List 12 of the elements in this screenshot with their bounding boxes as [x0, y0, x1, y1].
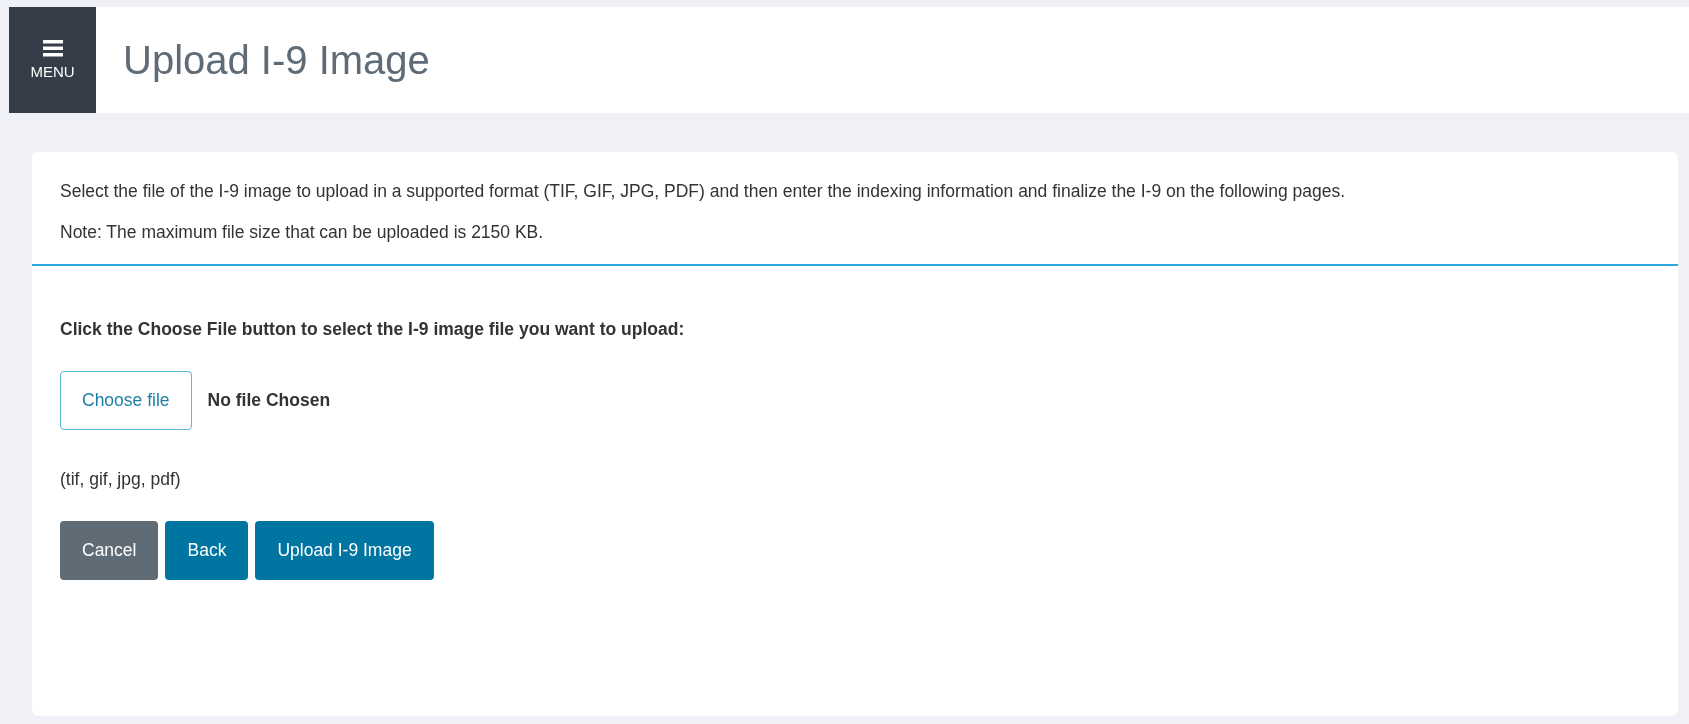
description-text: Select the file of the I-9 image to upload in a supported format (TIF, GIF, JPG, PDF) and then enter the indexing information and finalize the I-9 on the following pages.	[60, 180, 1347, 203]
note-text: Note: The maximum file size that can be uploaded is 2150 KB.	[60, 221, 545, 244]
file-status-text: No file Chosen	[207, 390, 331, 411]
page-title: Upload I-9 Image	[123, 37, 430, 83]
formats-text: (tif, gif, jpg, pdf)	[60, 468, 182, 491]
menu-icon	[42, 40, 63, 57]
cancel-button[interactable]: Cancel	[60, 521, 159, 580]
back-button[interactable]: Back	[165, 521, 249, 580]
menu-button[interactable]: MENU	[9, 7, 96, 113]
choose-file-button[interactable]: Choose file	[60, 371, 192, 430]
instruction-text: Click the Choose File button to select the I-9 image file you want to upload:	[60, 318, 686, 341]
upload-button[interactable]: Upload I-9 Image	[255, 521, 434, 580]
